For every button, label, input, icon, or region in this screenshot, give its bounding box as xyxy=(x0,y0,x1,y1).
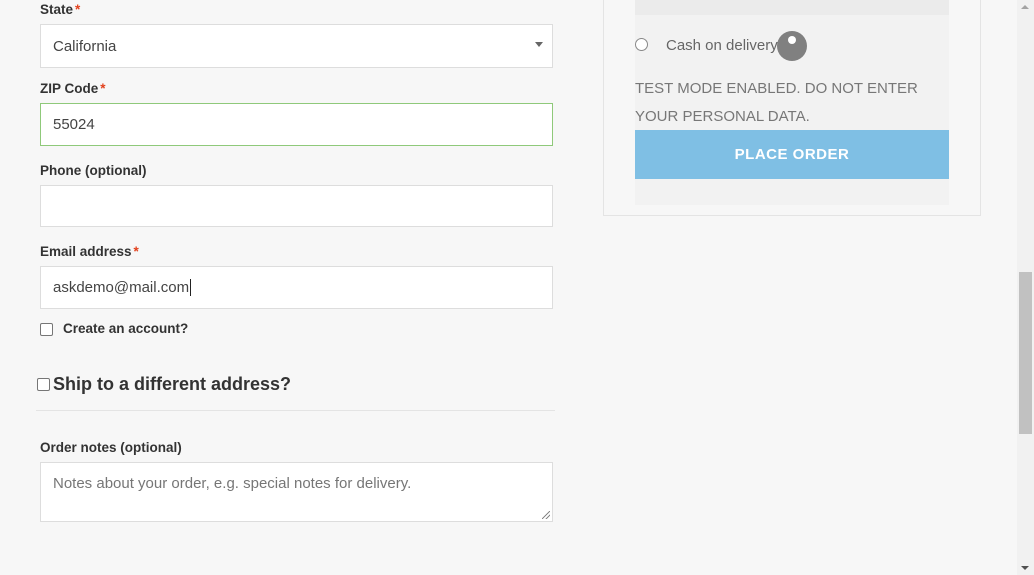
email-label-text: Email address xyxy=(40,244,132,259)
required-marker: * xyxy=(133,244,139,259)
state-label: State * xyxy=(40,2,80,17)
email-input-value: askdemo@mail.com xyxy=(53,279,190,296)
zip-input[interactable]: 55024 xyxy=(40,103,553,146)
text-cursor xyxy=(190,279,192,296)
phone-label: Phone (optional) xyxy=(40,163,146,178)
order-notes-placeholder: Notes about your order, e.g. special not… xyxy=(53,475,412,492)
required-marker: * xyxy=(75,2,81,17)
cash-on-delivery-label[interactable]: Cash on delivery xyxy=(666,37,778,54)
ship-different-checkbox[interactable] xyxy=(37,378,50,391)
email-input[interactable]: askdemo@mail.com xyxy=(40,266,553,309)
state-select-value: California xyxy=(53,37,117,55)
cursor-indicator-icon xyxy=(777,31,807,61)
required-marker: * xyxy=(100,81,106,96)
order-notes-textarea[interactable]: Notes about your order, e.g. special not… xyxy=(40,462,553,522)
test-mode-notice: TEST MODE ENABLED. DO NOT ENTER YOUR PER… xyxy=(635,80,918,125)
resize-handle-icon[interactable] xyxy=(542,511,550,519)
page-scrollbar[interactable] xyxy=(1017,0,1034,575)
section-divider xyxy=(36,410,555,411)
order-notes-label-text: Order notes (optional) xyxy=(40,440,182,455)
place-order-button[interactable]: PLACE ORDER xyxy=(635,130,949,179)
scrollbar-thumb[interactable] xyxy=(1019,272,1032,434)
state-select[interactable]: California xyxy=(40,24,553,68)
create-account-label[interactable]: Create an account? xyxy=(63,321,188,336)
scroll-down-arrow-icon[interactable] xyxy=(1021,566,1029,570)
cash-on-delivery-radio[interactable] xyxy=(635,38,648,51)
phone-input[interactable] xyxy=(40,185,553,227)
chevron-down-icon xyxy=(535,42,543,47)
order-notes-label: Order notes (optional) xyxy=(40,440,182,455)
zip-label: ZIP Code * xyxy=(40,81,106,96)
create-account-checkbox[interactable] xyxy=(40,323,53,336)
scroll-up-arrow-icon[interactable] xyxy=(1021,5,1029,9)
email-label: Email address * xyxy=(40,244,139,259)
state-label-text: State xyxy=(40,2,74,17)
payment-method-row xyxy=(635,0,949,15)
ship-different-label[interactable]: Ship to a different address? xyxy=(53,374,291,395)
zip-label-text: ZIP Code xyxy=(40,81,99,96)
phone-label-text: Phone (optional) xyxy=(40,163,147,178)
zip-input-value: 55024 xyxy=(53,116,95,133)
